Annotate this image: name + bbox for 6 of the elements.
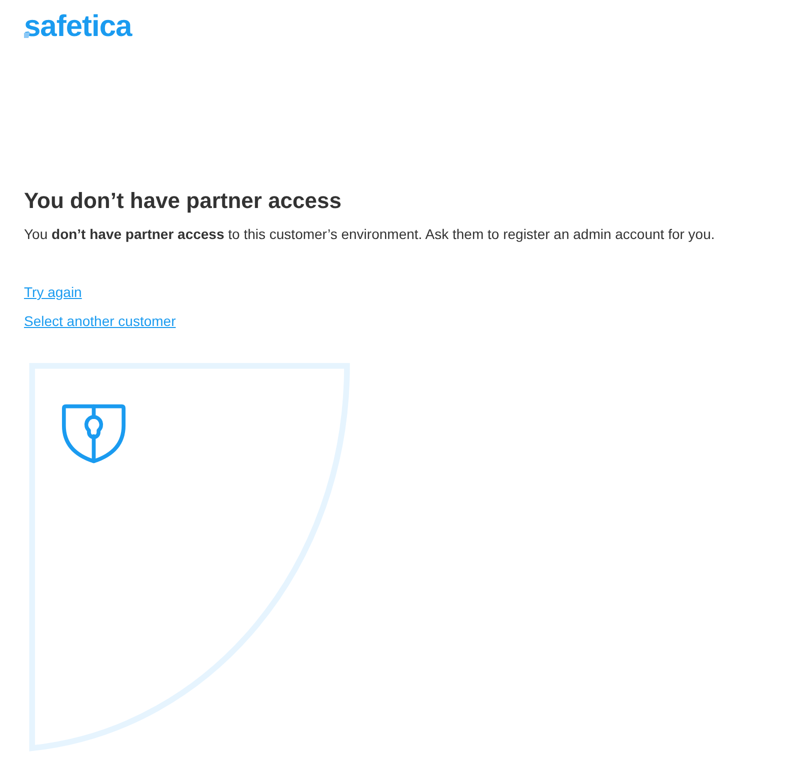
page-heading: You don’t have partner access [24,187,342,215]
text-link[interactable]: Select another customer [24,311,176,331]
text-link[interactable]: Try again [24,282,82,302]
message-text: You don’t have partner access to this customer’s environment. Ask them to register an admin account for you. [24,225,716,244]
shield-icon [62,404,126,464]
logo: safetica [24,10,132,44]
